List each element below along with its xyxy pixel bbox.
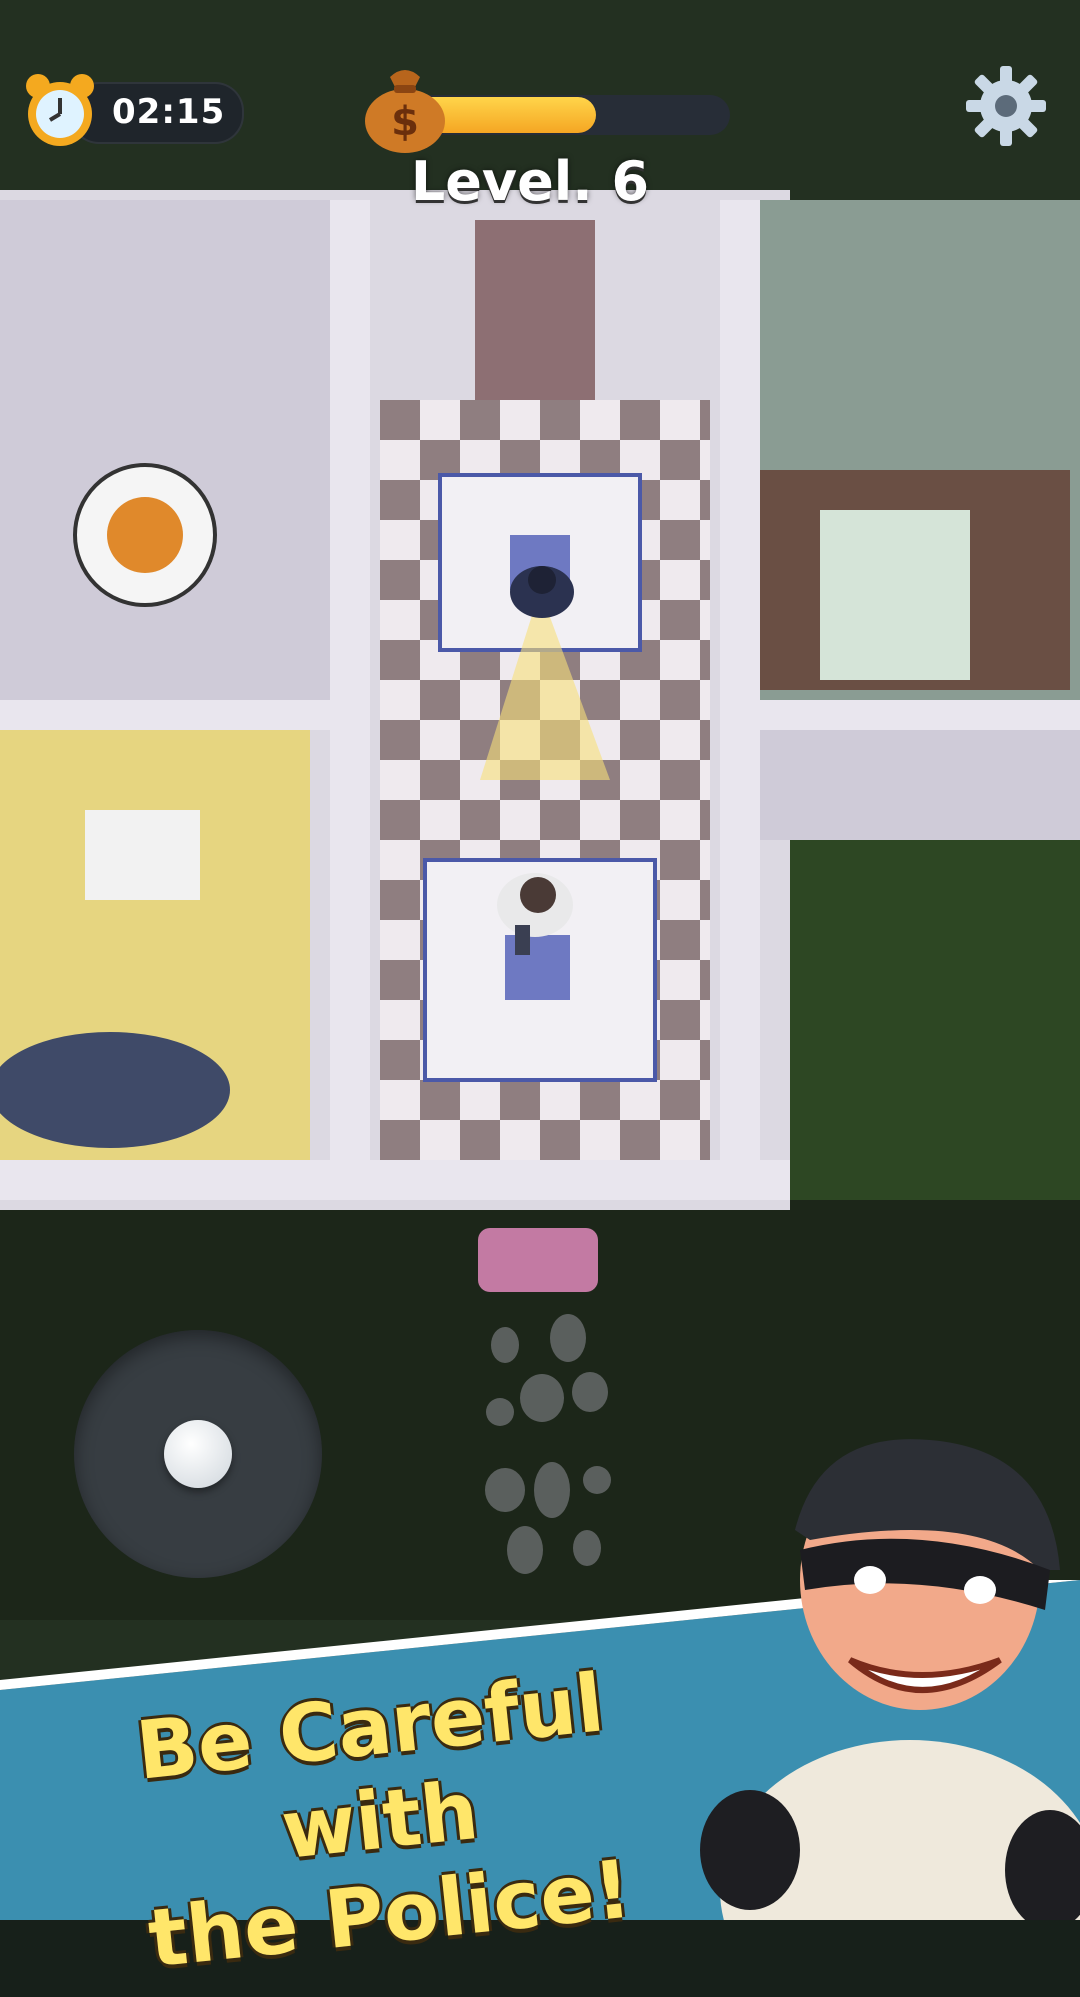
doormat — [478, 1228, 598, 1292]
thief-mascot — [700, 1439, 1080, 1920]
loot-progress: $ — [360, 55, 740, 165]
police-officer — [510, 566, 574, 618]
svg-text:$: $ — [391, 99, 419, 145]
gear-icon[interactable] — [964, 64, 1048, 148]
alarm-clock-icon — [26, 74, 94, 146]
joystick-knob[interactable] — [164, 1420, 232, 1488]
timer-panel: 02:15 — [22, 70, 244, 146]
virtual-joystick[interactable] — [74, 1330, 322, 1578]
timer-value: 02:15 — [112, 92, 226, 132]
level-label: Level. 6 — [410, 150, 650, 213]
money-bag-icon: $ — [365, 70, 445, 153]
